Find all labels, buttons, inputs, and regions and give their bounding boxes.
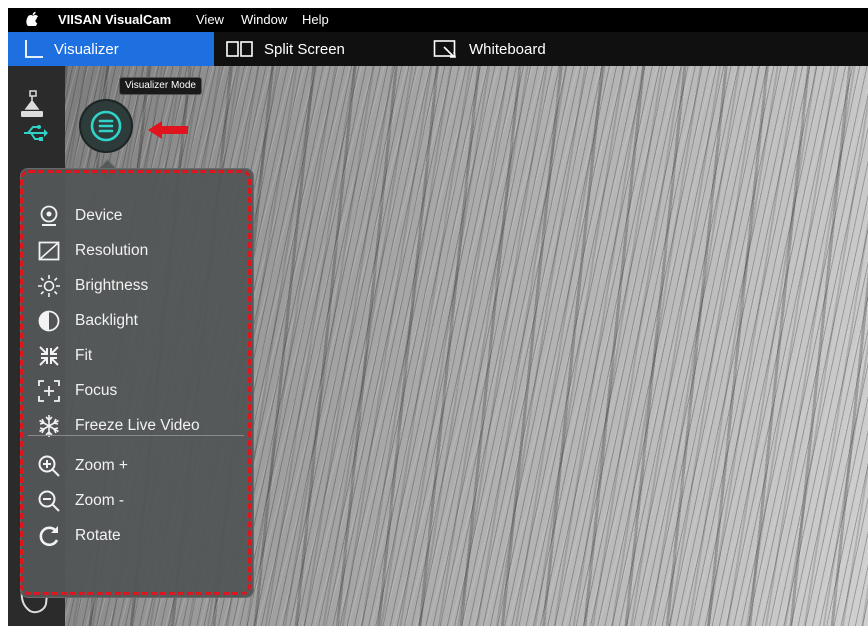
rotate-icon	[37, 524, 61, 548]
annotation-arrow-icon	[148, 121, 188, 139]
tab-split-screen-label: Split Screen	[264, 40, 345, 58]
tab-whiteboard-label: Whiteboard	[469, 40, 546, 58]
menu-item-brightness[interactable]: Brightness	[37, 271, 247, 301]
menu-item-label: Resolution	[75, 242, 149, 259]
tab-visualizer-label: Visualizer	[54, 40, 119, 58]
tab-split-screen[interactable]: Split Screen	[226, 32, 345, 66]
backlight-icon	[37, 309, 61, 333]
menu-item-zoom-in[interactable]: Zoom +	[37, 451, 247, 481]
tab-visualizer[interactable]: Visualizer	[8, 32, 214, 66]
menu-item-zoom-out[interactable]: Zoom -	[37, 486, 247, 516]
menu-item-resolution[interactable]: Resolution	[37, 236, 247, 266]
menu-item-freeze-live-video[interactable]: Freeze Live Video	[37, 411, 247, 441]
split-screen-icon	[226, 41, 253, 57]
tooltip: Visualizer Mode	[119, 77, 202, 95]
tab-whiteboard[interactable]: Whiteboard	[433, 32, 546, 66]
menu-item-label: Zoom -	[75, 492, 125, 509]
menu-item-focus[interactable]: Focus	[37, 376, 247, 406]
menu-item-label: Fit	[75, 347, 93, 364]
apple-icon[interactable]	[26, 11, 39, 29]
menu-item-fit[interactable]: Fit	[37, 341, 247, 371]
menu-item-label: Device	[75, 207, 123, 224]
app-name-menu[interactable]: VIISAN VisualCam	[58, 12, 171, 27]
menu-item-label: Zoom +	[75, 457, 128, 474]
fit-icon	[37, 344, 61, 368]
visualizer-icon	[25, 40, 43, 58]
menu-window[interactable]: Window	[241, 12, 287, 27]
menu-button[interactable]	[81, 101, 131, 151]
webcam-icon	[37, 204, 61, 228]
menu-icon	[90, 110, 122, 142]
menu-item-label: Rotate	[75, 527, 121, 544]
menu-view[interactable]: View	[196, 12, 224, 27]
zoom-in-icon	[37, 454, 61, 478]
menu-item-label: Brightness	[75, 277, 149, 294]
menu-item-backlight[interactable]: Backlight	[37, 306, 247, 336]
zoom-out-icon	[37, 489, 61, 513]
menu-item-label: Focus	[75, 382, 118, 399]
brightness-icon	[37, 274, 61, 298]
screen: VIISAN VisualCam View Window Help Visual…	[8, 8, 868, 626]
menu-separator	[28, 435, 244, 436]
menu-bar: VIISAN VisualCam View Window Help	[8, 8, 868, 32]
document-camera-icon[interactable]	[18, 90, 46, 120]
menu-item-label: Freeze Live Video	[75, 417, 200, 434]
menu-item-rotate[interactable]: Rotate	[37, 521, 247, 551]
focus-icon	[37, 379, 61, 403]
menu-item-device[interactable]: Device	[37, 201, 247, 231]
mode-tabs: Visualizer Split Screen Whiteboard	[8, 32, 868, 66]
whiteboard-icon	[433, 40, 456, 58]
usb-icon[interactable]	[22, 124, 48, 142]
menu-item-label: Backlight	[75, 312, 138, 329]
menu-help[interactable]: Help	[302, 12, 329, 27]
settings-menu: Device Resolution Brightness Backlight F	[20, 168, 254, 598]
resolution-icon	[37, 239, 61, 263]
